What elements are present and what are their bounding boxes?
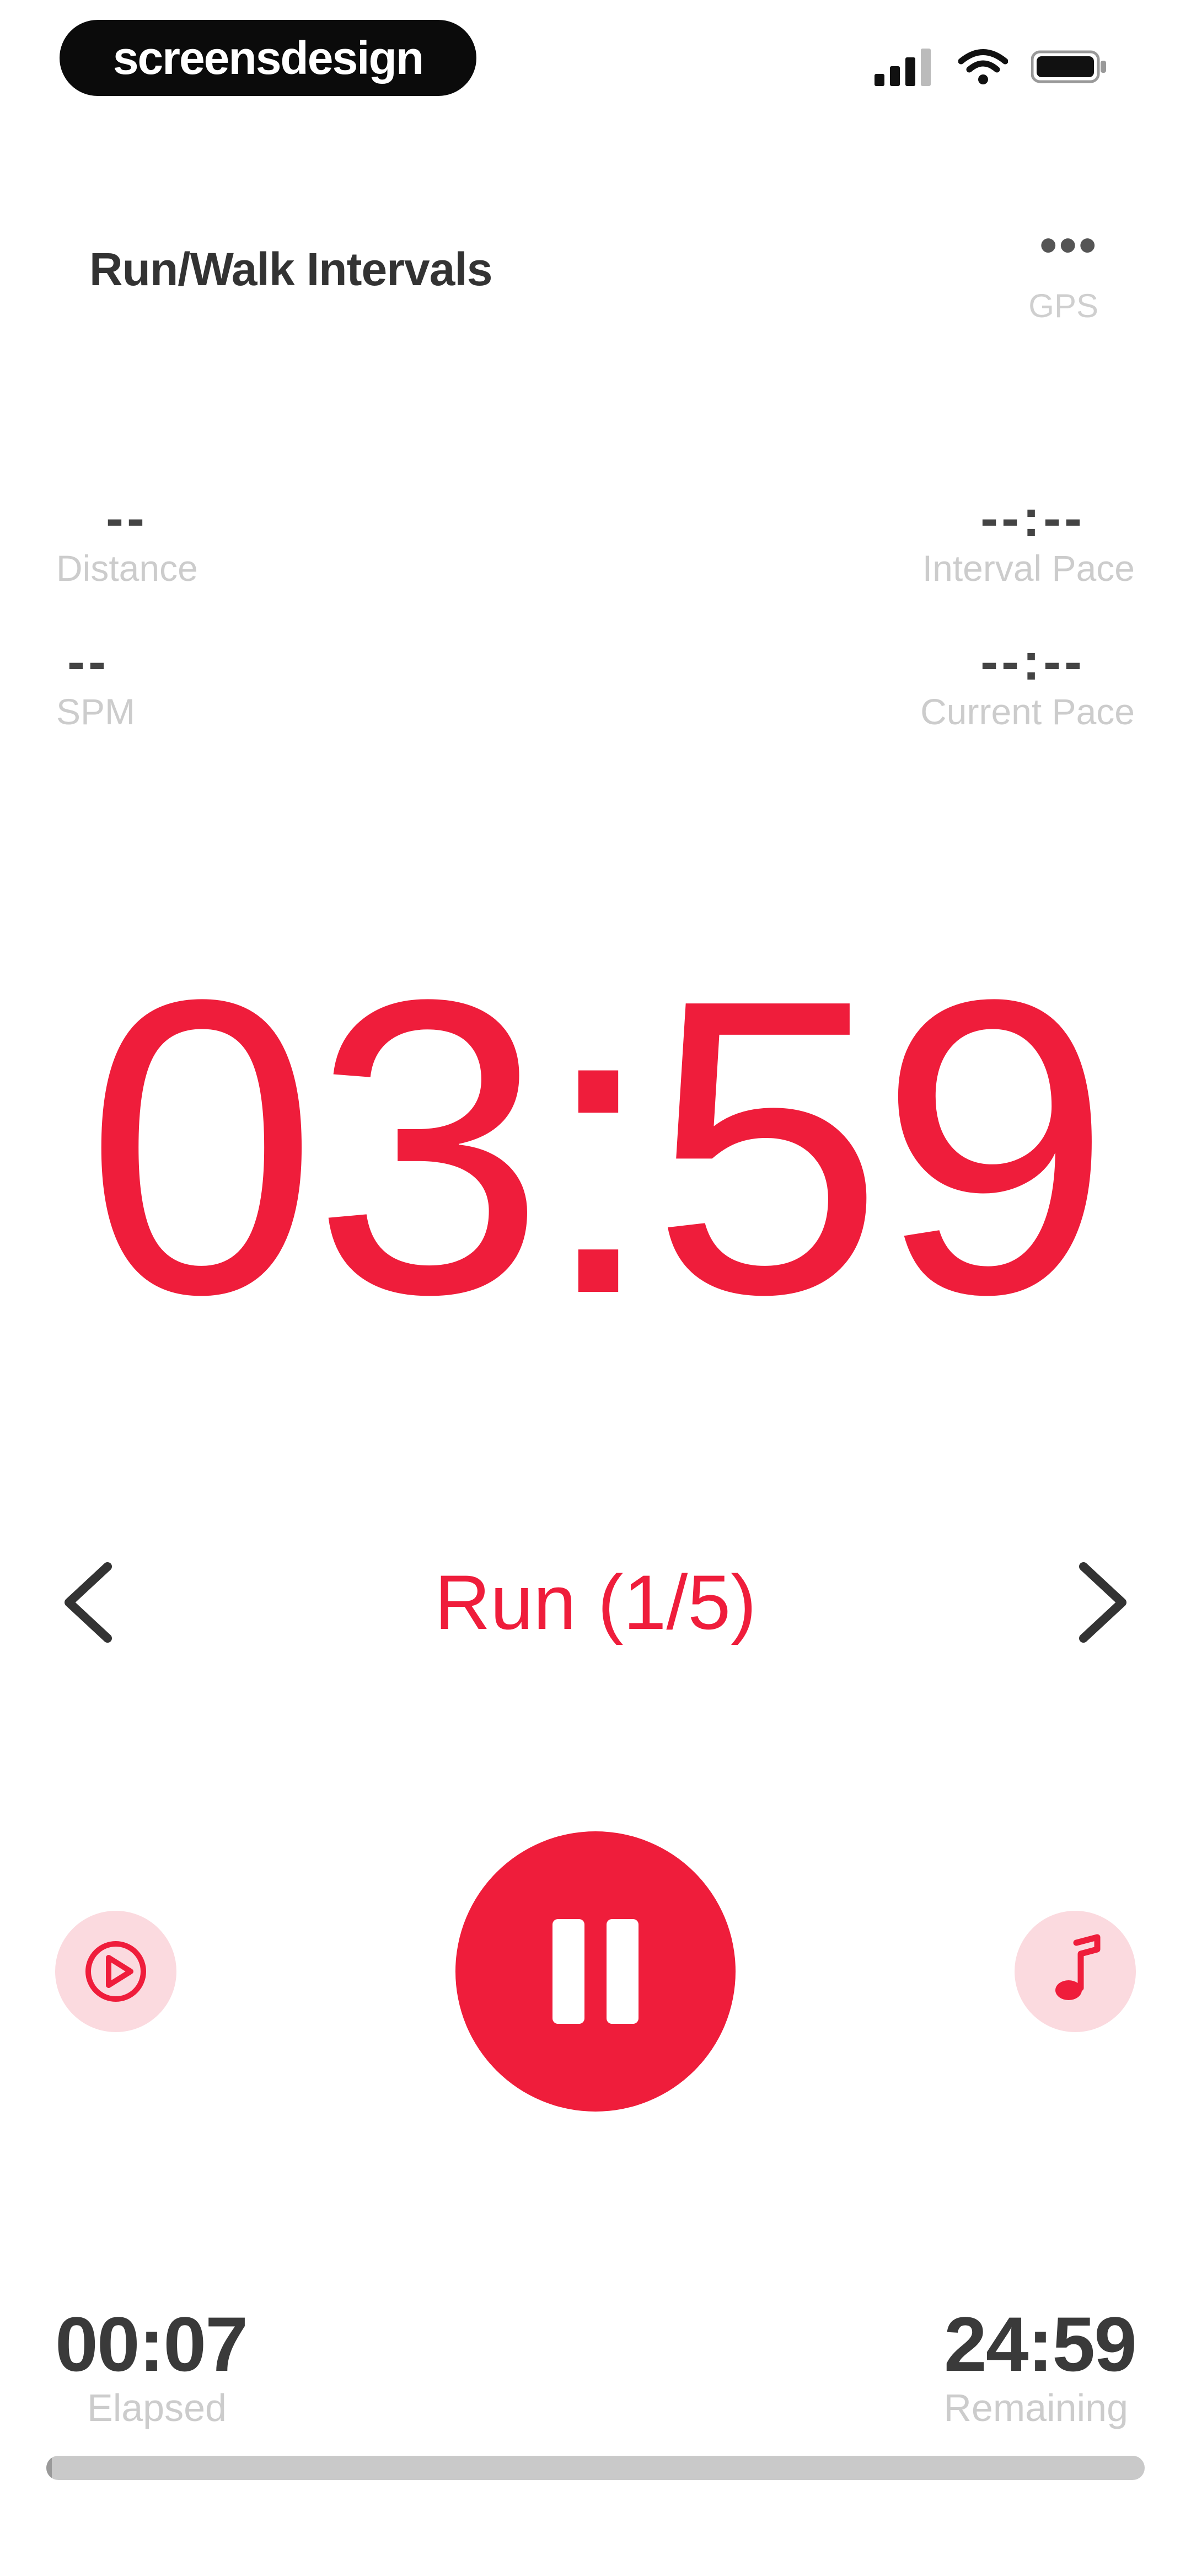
voice-cue-button[interactable] xyxy=(55,1911,176,2032)
countdown-timer: 03:59 xyxy=(85,913,1112,1381)
play-circle-icon xyxy=(85,1941,146,2002)
interval-label: Run (1/5) xyxy=(434,1559,757,1645)
brand-text: screensdesign xyxy=(112,31,424,84)
elapsed-time: 00:07 Elapsed xyxy=(55,2301,248,2430)
spm-label: SPM xyxy=(56,691,136,732)
pause-button[interactable] xyxy=(455,1831,736,2112)
current-pace-metric: --:-- Current Pace xyxy=(920,634,1135,734)
distance-metric: -- Distance xyxy=(56,491,198,590)
interval-pace-metric: --:-- Interval Pace xyxy=(922,491,1135,590)
elapsed-label: Elapsed xyxy=(87,2386,227,2429)
workout-progress-fill xyxy=(46,2456,52,2480)
status-icons xyxy=(875,43,1108,93)
page-title: Run/Walk Intervals xyxy=(89,243,492,295)
spm-metric: -- SPM xyxy=(56,634,135,734)
remaining-label: Remaining xyxy=(943,2386,1128,2429)
remaining-time: 24:59 Remaining xyxy=(943,2301,1137,2430)
next-interval-button[interactable] xyxy=(1064,1556,1141,1649)
music-note-icon xyxy=(1055,1934,1101,2000)
current-pace-value: --:-- xyxy=(980,632,1085,691)
music-button[interactable] xyxy=(1015,1911,1136,2032)
gps-status-label: GPS xyxy=(1028,287,1098,324)
pause-icon xyxy=(552,1919,639,2024)
remaining-value: 24:59 xyxy=(943,2301,1137,2387)
signal-icon xyxy=(875,47,935,89)
interval-pace-value: --:-- xyxy=(980,489,1085,548)
elapsed-value: 00:07 xyxy=(55,2301,248,2387)
current-pace-label: Current Pace xyxy=(920,691,1135,732)
spm-value: -- xyxy=(67,632,109,691)
workout-progress-bar xyxy=(46,2456,1145,2480)
chevron-right-icon xyxy=(1079,1562,1126,1643)
brand-badge: screensdesign xyxy=(60,20,476,96)
more-options-icon[interactable]: ••• xyxy=(1039,221,1098,270)
interval-pace-label: Interval Pace xyxy=(922,548,1135,589)
wifi-icon xyxy=(958,47,1008,89)
distance-label: Distance xyxy=(56,548,198,589)
battery-icon xyxy=(1031,47,1108,89)
distance-value: -- xyxy=(106,489,148,548)
